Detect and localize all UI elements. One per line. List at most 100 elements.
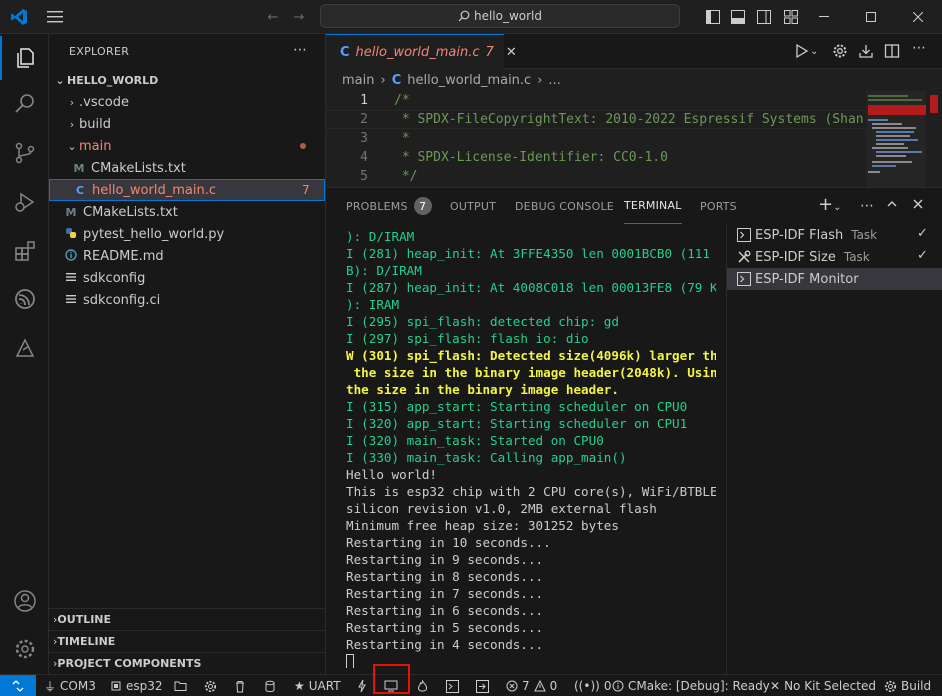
flash-method-selector[interactable]: ★ UART — [294, 675, 341, 696]
terminal-item-kind: Task — [851, 228, 878, 242]
tab-problems[interactable]: PROBLEMS 7 — [346, 188, 432, 224]
code-line: 4 * SPDX-License-Identifier: CC0-1.0 — [326, 148, 866, 167]
tab-label: DEBUG CONSOLE — [515, 199, 614, 213]
source-control-icon[interactable] — [0, 131, 49, 175]
ports-indicator[interactable]: ((•)) 0 — [574, 675, 611, 696]
tree-item-cmakelists[interactable]: M CMakeLists.txt — [49, 201, 325, 223]
more-actions-icon[interactable]: ⋯ — [860, 198, 874, 214]
remote-indicator-icon[interactable] — [0, 675, 36, 696]
tree-item-build[interactable]: › build — [49, 113, 325, 135]
kit-selector[interactable]: ✕ No Kit Selected — [770, 675, 876, 696]
editor-tab-bar: C hello_world_main.c 7 ✕ ⌄ ⋯ — [326, 34, 942, 69]
minimize-button[interactable] — [812, 6, 836, 28]
toggle-panel-icon[interactable] — [729, 8, 747, 26]
terminal-line: Restarting in 6 seconds... — [346, 603, 544, 618]
close-window-button[interactable] — [906, 6, 930, 28]
tree-item-hello-world-main[interactable]: C hello_world_main.c 7 — [49, 179, 325, 201]
back-arrow-icon[interactable]: ← — [264, 8, 282, 26]
split-editor-icon[interactable] — [884, 43, 900, 63]
tree-item-pytest[interactable]: pytest_hello_world.py — [49, 223, 325, 245]
tree-item-sdkconfig-ci[interactable]: sdkconfig.ci — [49, 289, 325, 311]
flash-icon[interactable] — [357, 675, 367, 696]
database-icon[interactable] — [264, 675, 276, 696]
breadcrumb-file[interactable]: hello_world_main.c — [407, 73, 531, 88]
tab-ports[interactable]: PORTS — [700, 188, 737, 224]
search-icon[interactable] — [0, 82, 49, 126]
tree-item-main-cmakelists[interactable]: M CMakeLists.txt — [49, 157, 325, 179]
minimap[interactable] — [866, 91, 942, 187]
c-file-icon: C — [340, 44, 350, 60]
breadcrumb-folder[interactable]: main — [342, 73, 374, 88]
breadcrumb-symbol[interactable]: ... — [548, 73, 560, 88]
terminal-item-label: ESP-IDF Flash — [755, 227, 844, 243]
info-icon — [612, 680, 624, 692]
espressif-icon[interactable] — [0, 277, 49, 321]
terminal-line: silicon revision v1.0, 2MB external flas… — [346, 501, 657, 516]
customize-layout-icon[interactable] — [782, 8, 800, 26]
warning-count: 0 — [549, 679, 558, 693]
forward-arrow-icon[interactable]: → — [290, 8, 308, 26]
download-icon[interactable] — [858, 43, 874, 63]
tab-hello-world-main[interactable]: C hello_world_main.c 7 ✕ — [326, 34, 517, 69]
gear-icon[interactable] — [204, 675, 217, 696]
tree-item-readme[interactable]: README.md — [49, 245, 325, 267]
terminal-line: I (315) app_start: Starting scheduler on… — [346, 399, 688, 414]
terminal-list: ESP-IDF Flash Task ✓ ESP-IDF Size Task ✓… — [726, 224, 942, 675]
terminal-icon[interactable] — [446, 675, 459, 696]
toggle-secondary-sidebar-icon[interactable] — [755, 8, 773, 26]
toggle-sidebar-icon[interactable] — [704, 8, 722, 26]
tree-item-label: CMakeLists.txt — [91, 160, 186, 176]
terminal-line: the size in the binary image header. — [346, 382, 619, 397]
command-center-search[interactable]: hello_world — [320, 4, 680, 28]
terminal-output[interactable]: ): D/IRAM I (281) heap_init: At 3FFE4350 … — [346, 228, 716, 668]
workspace-root[interactable]: ⌄ HELLO_WORLD — [49, 69, 325, 91]
code-editor[interactable]: 1 /* 2 * SPDX-FileCopyrightText: 2010-20… — [326, 91, 942, 187]
close-panel-icon[interactable] — [912, 198, 924, 214]
activity-bar — [0, 34, 49, 674]
close-icon[interactable]: ✕ — [506, 45, 517, 60]
terminal-item-esp-idf-flash[interactable]: ESP-IDF Flash Task ✓ — [727, 224, 942, 246]
project-components-section[interactable]: › PROJECT COMPONENTS — [49, 652, 325, 674]
serial-port-label: COM3 — [60, 679, 96, 693]
plug-icon: ⏚ — [44, 679, 57, 694]
more-actions-icon[interactable]: ⋯ — [293, 42, 307, 58]
timeline-section[interactable]: › TIMELINE — [49, 630, 325, 652]
folder-icon[interactable] — [174, 675, 187, 696]
tab-terminal[interactable]: TERMINAL — [624, 188, 682, 224]
outline-section[interactable]: › OUTLINE — [49, 608, 325, 630]
new-terminal-button[interactable]: +⌄ — [818, 196, 841, 217]
explorer-icon[interactable] — [0, 36, 49, 80]
terminal-line: Restarting in 8 seconds... — [346, 569, 544, 584]
terminal-item-esp-idf-monitor[interactable]: ESP-IDF Monitor — [727, 268, 942, 290]
cmake-status[interactable]: CMake: [Debug]: Ready — [612, 675, 770, 696]
target-selector[interactable]: esp32 — [110, 675, 163, 696]
menu-icon[interactable] — [46, 8, 64, 26]
maximize-button[interactable] — [859, 6, 883, 28]
status-bar: ⏚ COM3 esp32 ★ UART 7 0 ((•)) 0 CMake: [… — [0, 674, 942, 696]
terminal-item-esp-idf-size[interactable]: ESP-IDF Size Task ✓ — [727, 246, 942, 268]
tab-output[interactable]: OUTPUT — [450, 188, 496, 224]
run-dropdown-button[interactable]: ⌄ — [794, 43, 818, 59]
run-debug-icon[interactable] — [0, 180, 49, 224]
flame-icon[interactable] — [417, 675, 428, 696]
tree-item-vscode[interactable]: › .vscode — [49, 91, 325, 113]
build-button[interactable]: Build — [884, 675, 931, 696]
terminal-line: W (301) spi_flash: Detected size(4096k) … — [346, 348, 716, 363]
tab-problem-count: 7 — [485, 44, 494, 60]
tree-item-main[interactable]: ⌄ main — [49, 135, 325, 157]
extensions-icon[interactable] — [0, 229, 49, 273]
serial-port-selector[interactable]: ⏚ COM3 — [44, 675, 96, 696]
accounts-icon[interactable] — [0, 579, 49, 623]
tree-item-sdkconfig[interactable]: sdkconfig — [49, 267, 325, 289]
python-file-icon — [63, 227, 79, 242]
chevron-up-icon[interactable] — [886, 198, 898, 214]
idf-settings-icon[interactable] — [832, 43, 848, 63]
more-actions-icon[interactable]: ⋯ — [912, 40, 926, 56]
run-task-icon[interactable] — [476, 675, 489, 696]
idf-explorer-icon[interactable] — [0, 326, 49, 370]
tab-debug-console[interactable]: DEBUG CONSOLE — [515, 188, 614, 224]
gear-icon[interactable] — [0, 627, 49, 671]
terminal-line: Restarting in 7 seconds... — [346, 586, 544, 601]
trash-icon[interactable] — [234, 675, 246, 696]
problems-indicator[interactable]: 7 0 — [506, 675, 557, 696]
